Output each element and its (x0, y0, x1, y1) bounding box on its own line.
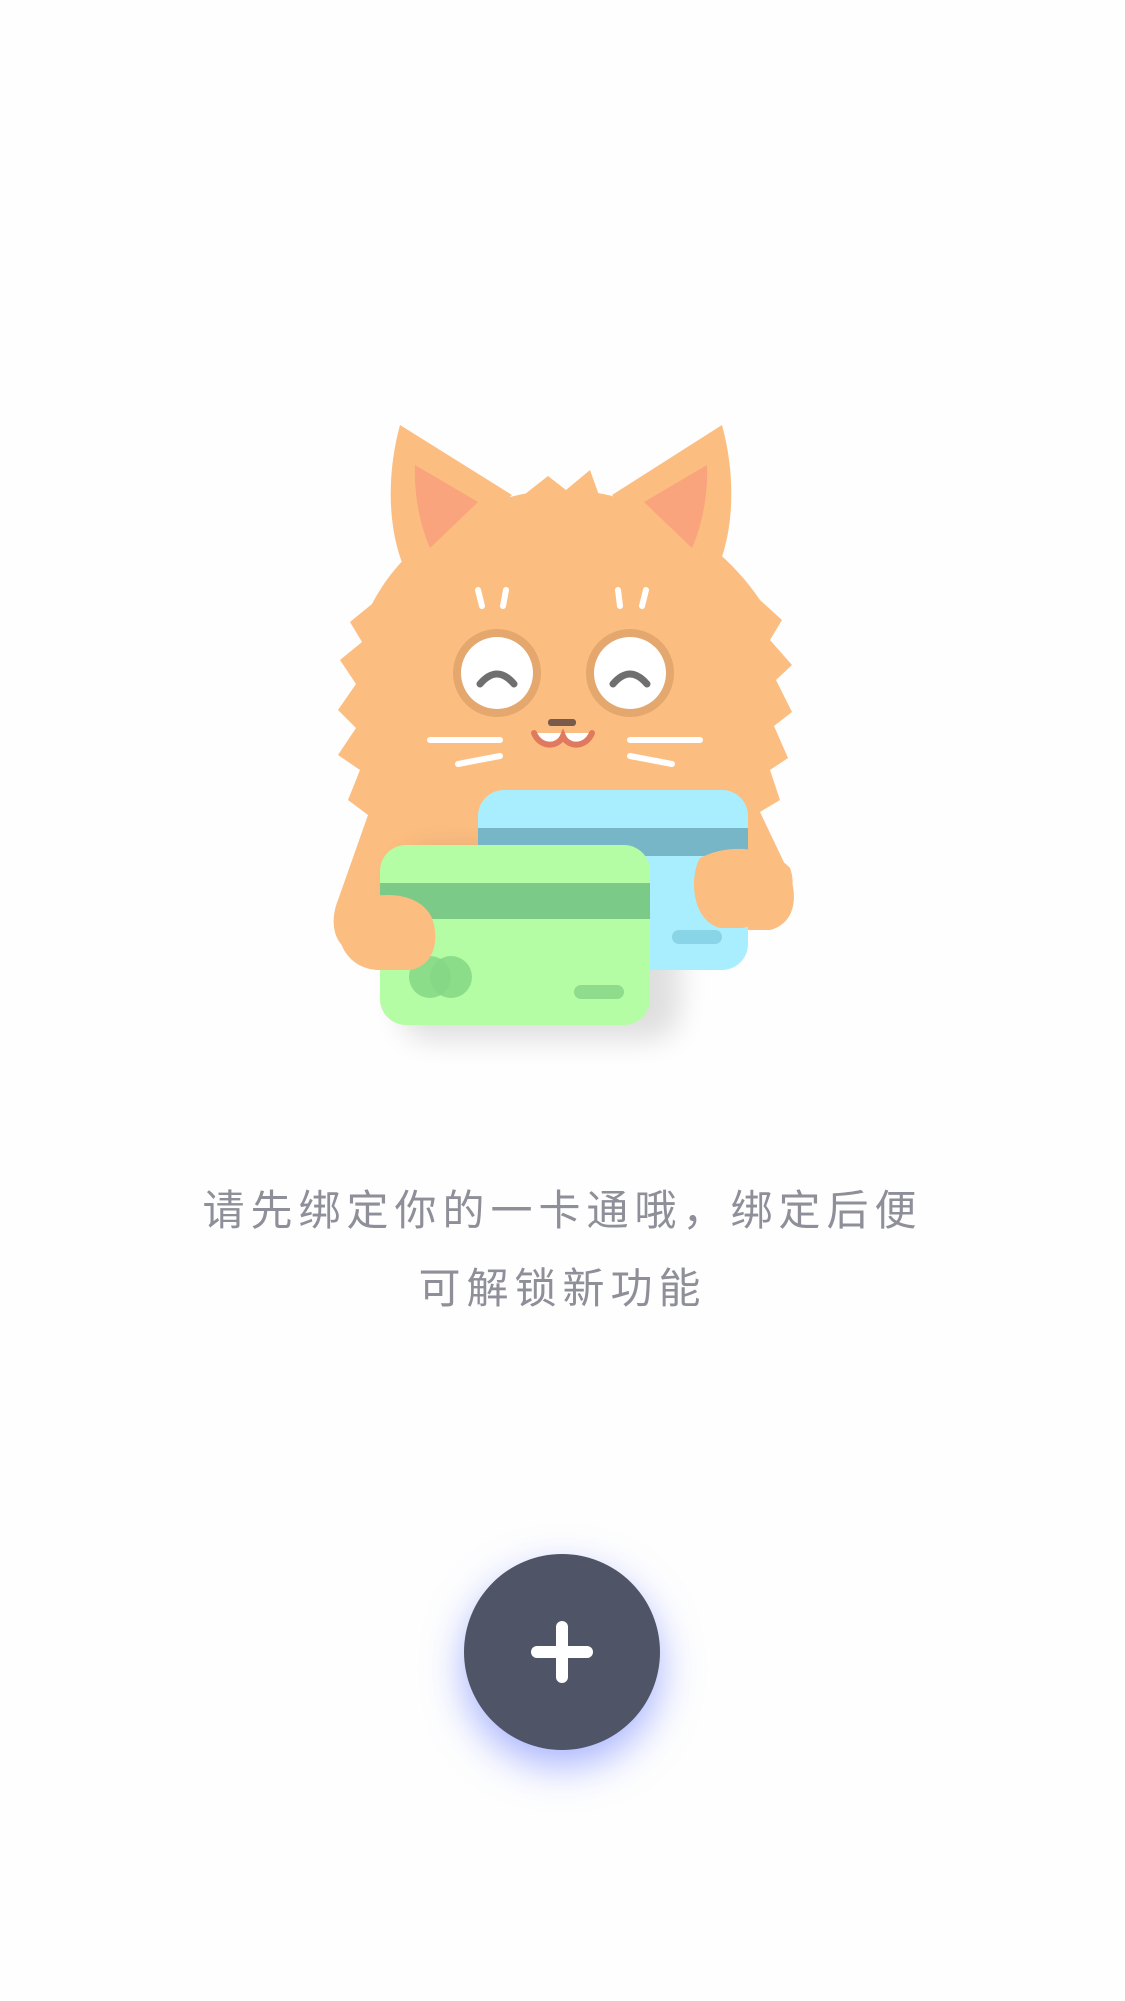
message-line-1: 请先绑定你的一卡通哦，绑定后便 (202, 1186, 923, 1235)
add-card-button[interactable] (464, 1554, 660, 1750)
cat-holding-cards-illustration (333, 425, 794, 1040)
bind-card-message: 请先绑定你的一卡通哦，绑定后便 可解锁新功能 (0, 1172, 1125, 1328)
message-line-2: 可解锁新功能 (418, 1264, 707, 1313)
plus-icon (531, 1621, 593, 1683)
